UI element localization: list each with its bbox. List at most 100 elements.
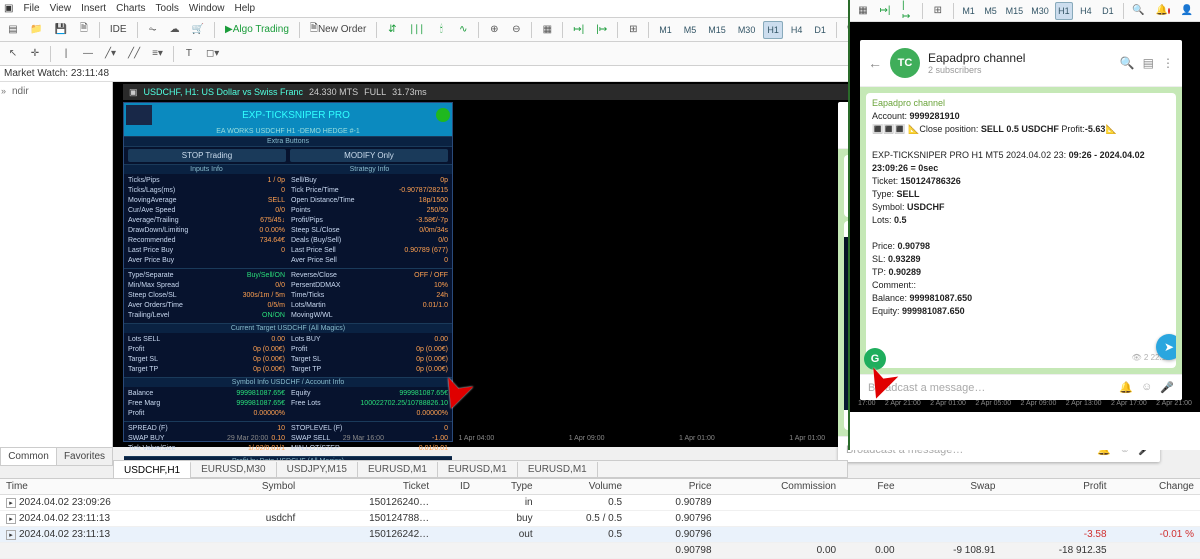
candle-icon[interactable]: 🕯 bbox=[432, 21, 450, 39]
template-icon[interactable]: ⊞ bbox=[929, 2, 947, 20]
history-col[interactable]: Fee bbox=[842, 479, 900, 495]
emoji-icon[interactable]: ☺ bbox=[1141, 381, 1152, 394]
grid-icon[interactable]: ▦ bbox=[854, 2, 872, 20]
history-col[interactable]: Profit bbox=[1001, 479, 1112, 495]
menu-file[interactable]: File bbox=[23, 3, 39, 14]
auto-scroll-icon[interactable]: |↦ bbox=[898, 2, 916, 20]
candles-up-icon[interactable]: ⇵ bbox=[383, 21, 401, 39]
tf-h4[interactable]: H4 bbox=[1077, 2, 1095, 20]
navigator-common-tab[interactable]: Common bbox=[1, 448, 56, 465]
history-col[interactable]: Swap bbox=[901, 479, 1002, 495]
chat2-search-icon[interactable]: 🔍 bbox=[1120, 56, 1135, 70]
line-chart-icon[interactable]: ∿ bbox=[454, 21, 472, 39]
new-order-button[interactable]: 🗎 New Order bbox=[306, 21, 370, 39]
chart-tab[interactable]: USDJPY,M15 bbox=[277, 462, 358, 477]
trendline-icon[interactable]: ╱▾ bbox=[101, 45, 120, 63]
shift-icon[interactable]: ↦| bbox=[876, 2, 894, 20]
chart-tab[interactable]: EURUSD,M1 bbox=[438, 462, 518, 477]
market-watch-label: Market Watch: bbox=[4, 68, 68, 79]
alert-icon[interactable]: 🔔 bbox=[1152, 2, 1174, 20]
horizontal-line-icon[interactable]: — bbox=[79, 45, 97, 63]
history-col[interactable]: Change bbox=[1113, 479, 1200, 495]
bars-icon[interactable]: ∣∣∣ bbox=[405, 21, 428, 39]
market-icon[interactable]: 🛒 bbox=[188, 21, 208, 39]
tf-m5[interactable]: M5 bbox=[680, 21, 701, 39]
tsp-stop-button[interactable]: STOP Trading bbox=[128, 149, 286, 162]
chat-panel-2: ← TC Eapadpro channel 2 subscribers 🔍 ▤ … bbox=[860, 40, 1182, 400]
tf-h4[interactable]: H4 bbox=[787, 21, 807, 39]
open-icon[interactable]: 📁 bbox=[26, 21, 46, 39]
tf-m30[interactable]: M30 bbox=[1029, 2, 1051, 20]
menu-window[interactable]: Window bbox=[189, 3, 225, 14]
grid-icon[interactable]: ▦ bbox=[538, 21, 556, 39]
save-icon[interactable]: 💾 bbox=[50, 21, 70, 39]
algo-trading-button[interactable]: ▶ Algo Trading bbox=[221, 21, 293, 39]
equidistant-icon[interactable]: ╱╱ bbox=[124, 45, 144, 63]
expand-icon[interactable]: » bbox=[1, 86, 6, 96]
grammarly-icon[interactable]: G bbox=[864, 348, 886, 370]
tf-m15[interactable]: M15 bbox=[704, 21, 730, 39]
history-col[interactable]: Volume bbox=[539, 479, 628, 495]
navigator-tree[interactable]: ndir bbox=[8, 82, 112, 447]
tf-m5[interactable]: M5 bbox=[982, 2, 1000, 20]
history-col[interactable]: ID bbox=[435, 479, 476, 495]
history-row[interactable]: ▸2024.04.02 23:11:13usdchf150124788…buy0… bbox=[0, 511, 1200, 527]
chart-tab[interactable]: EURUSD,M30 bbox=[191, 462, 276, 477]
zoom-out-icon[interactable]: ⊖ bbox=[507, 21, 525, 39]
ticksniper-panel: EXP-TICKSNIPER PRO EA WORKS USDCHF H1 -D… bbox=[123, 102, 453, 442]
history-row[interactable]: ▸2024.04.02 23:11:13150126242…out0.50.90… bbox=[0, 527, 1200, 543]
history-row[interactable]: ▸2024.04.02 23:09:26150126240…in0.50.907… bbox=[0, 495, 1200, 511]
tsp-modify-button[interactable]: MODIFY Only bbox=[290, 149, 448, 162]
new-icon[interactable]: ▤ bbox=[4, 21, 22, 39]
chart-tab[interactable]: EURUSD,M1 bbox=[358, 462, 438, 477]
chat2-menu-icon[interactable]: ⋮ bbox=[1162, 56, 1174, 70]
chat2-input[interactable]: Broadcast a message… bbox=[868, 382, 985, 394]
network-icon[interactable]: ⏦ bbox=[144, 21, 162, 39]
bell-icon[interactable]: 🔔 bbox=[1119, 381, 1133, 394]
tf-d1[interactable]: D1 bbox=[1099, 2, 1117, 20]
tf-m1[interactable]: M1 bbox=[960, 2, 978, 20]
history-col[interactable]: Symbol bbox=[217, 479, 301, 495]
fibo-icon[interactable]: ≡▾ bbox=[148, 45, 167, 63]
menu-charts[interactable]: Charts bbox=[116, 3, 145, 14]
history-col[interactable]: Commission bbox=[718, 479, 843, 495]
mic-icon[interactable]: 🎤 bbox=[1160, 381, 1174, 394]
account-icon[interactable]: 👤 bbox=[1178, 2, 1196, 20]
navigator-favorites-tab[interactable]: Favorites bbox=[56, 448, 112, 465]
menu-view[interactable]: View bbox=[50, 3, 72, 14]
search-icon[interactable]: 🔍 bbox=[1130, 2, 1148, 20]
chat2-sidebar-icon[interactable]: ▤ bbox=[1143, 56, 1154, 70]
tf-h1[interactable]: H1 bbox=[763, 21, 783, 39]
cloud-icon[interactable]: ☁ bbox=[166, 21, 184, 39]
history-col[interactable]: Price bbox=[628, 479, 717, 495]
chat2-back-icon[interactable]: ← bbox=[868, 55, 882, 71]
chart-tabs: USDCHF,H1EURUSD,M30USDJPY,M15EURUSD,M1EU… bbox=[113, 460, 848, 478]
ide-button[interactable]: IDE bbox=[106, 21, 131, 39]
vertical-line-icon[interactable]: | bbox=[57, 45, 75, 63]
docs-icon[interactable]: 🗎 bbox=[75, 21, 93, 39]
menu-insert[interactable]: Insert bbox=[81, 3, 106, 14]
history-col[interactable]: Ticket bbox=[301, 479, 435, 495]
tsp-targets-grid: Lots SELL0.00Lots BUY0.00Profit0p (0.00€… bbox=[124, 333, 452, 377]
cursor-icon[interactable]: ↖ bbox=[4, 45, 22, 63]
share-button-3[interactable]: ➤ bbox=[1156, 334, 1176, 360]
chart-tab[interactable]: USDCHF,H1 bbox=[114, 461, 191, 478]
template-icon[interactable]: ⊞ bbox=[624, 21, 642, 39]
chart-tab[interactable]: EURUSD,M1 bbox=[518, 462, 598, 477]
crosshair-icon[interactable]: ✛ bbox=[26, 45, 44, 63]
zoom-in-icon[interactable]: ⊕ bbox=[485, 21, 503, 39]
shapes-icon[interactable]: ◻▾ bbox=[202, 45, 223, 63]
tf-d1[interactable]: D1 bbox=[810, 21, 830, 39]
tf-m1[interactable]: M1 bbox=[655, 21, 676, 39]
auto-scroll-icon[interactable]: |↦ bbox=[592, 21, 611, 39]
text-icon[interactable]: T bbox=[180, 45, 198, 63]
shift-icon[interactable]: ↦| bbox=[569, 21, 588, 39]
tf-m30[interactable]: M30 bbox=[734, 21, 760, 39]
history-col[interactable]: Type bbox=[476, 479, 539, 495]
menu-help[interactable]: Help bbox=[234, 3, 255, 14]
tf-h1[interactable]: H1 bbox=[1055, 2, 1073, 20]
tf-m15[interactable]: M15 bbox=[1004, 2, 1026, 20]
chart-ping: 31.73ms bbox=[392, 87, 427, 97]
history-col[interactable]: Time bbox=[0, 479, 217, 495]
menu-tools[interactable]: Tools bbox=[156, 3, 179, 14]
